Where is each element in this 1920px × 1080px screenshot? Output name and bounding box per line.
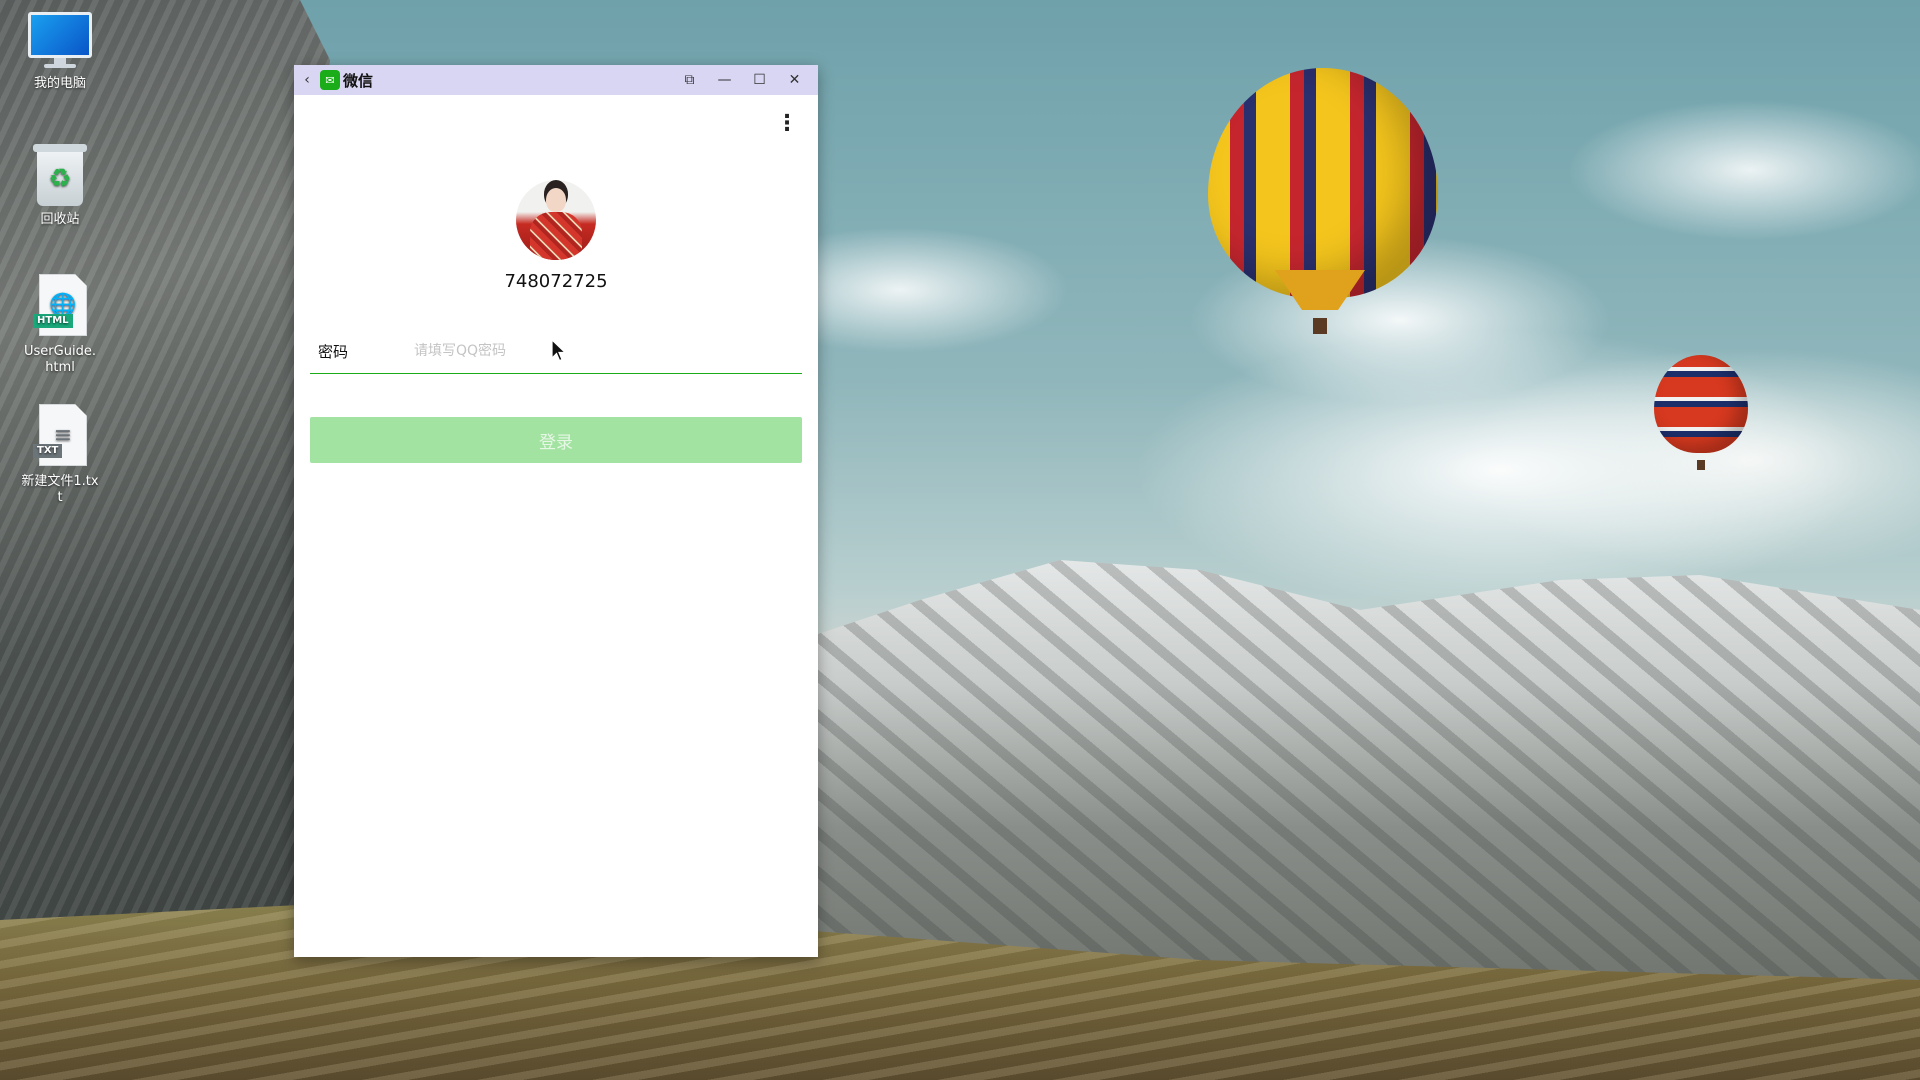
wallpaper-balloon-neck [1275, 270, 1365, 310]
desktop-icon-new-txt[interactable]: ≡ TXT 新建文件1.txt [14, 404, 106, 506]
window-title: 微信 [343, 71, 374, 90]
restore-rotate-icon[interactable]: ⧉ [672, 65, 707, 95]
txt-file-icon: ≡ TXT [33, 404, 87, 468]
wechat-window: ‹ ✉ 微信 ⧉ — ☐ ✕ ⋮ 748072725 密码 登录 [294, 65, 818, 957]
login-button[interactable]: 登录 [310, 417, 802, 463]
more-vertical-icon[interactable]: ⋮ [776, 109, 798, 137]
account-number: 748072725 [504, 271, 608, 292]
password-field[interactable] [412, 342, 802, 360]
desktop-icon-my-computer[interactable]: 我的电脑 [14, 12, 106, 92]
desktop-icon-label: 回收站 [40, 212, 80, 227]
wallpaper-balloon-large [1208, 68, 1438, 298]
file-type-tag: TXT [33, 444, 63, 458]
avatar [516, 180, 596, 260]
password-label: 密码 [318, 342, 349, 361]
desktop-icon-userguide-html[interactable]: 🌐 HTML UserGuide.html [14, 274, 106, 376]
window-titlebar[interactable]: ‹ ✉ 微信 ⧉ — ☐ ✕ [294, 65, 818, 95]
file-type-tag: HTML [33, 314, 73, 328]
desktop-icon-recycle-bin[interactable]: ♻ 回收站 [14, 144, 106, 228]
html-file-icon: 🌐 HTML [33, 274, 87, 338]
back-arrow-icon[interactable]: ‹ [294, 65, 320, 95]
wallpaper-balloon-small-basket [1697, 460, 1705, 470]
window-controls: ⧉ — ☐ ✕ [672, 65, 812, 95]
recycle-bin-icon: ♻ [33, 144, 87, 206]
wechat-icon: ✉ [320, 70, 340, 90]
close-icon[interactable]: ✕ [777, 65, 812, 95]
desktop: 我的电脑 ♻ 回收站 🌐 HTML UserGuide.html ≡ TXT 新… [0, 0, 1920, 1080]
desktop-icon-label: UserGuide.html [24, 344, 96, 375]
wallpaper-balloon-small [1654, 355, 1748, 453]
computer-icon [28, 12, 92, 70]
maximize-icon[interactable]: ☐ [742, 65, 777, 95]
wallpaper-balloon-basket [1313, 318, 1327, 334]
desktop-icon-label: 新建文件1.txt [21, 474, 99, 505]
desktop-icon-label: 我的电脑 [33, 76, 86, 91]
minimize-icon[interactable]: — [707, 65, 742, 95]
